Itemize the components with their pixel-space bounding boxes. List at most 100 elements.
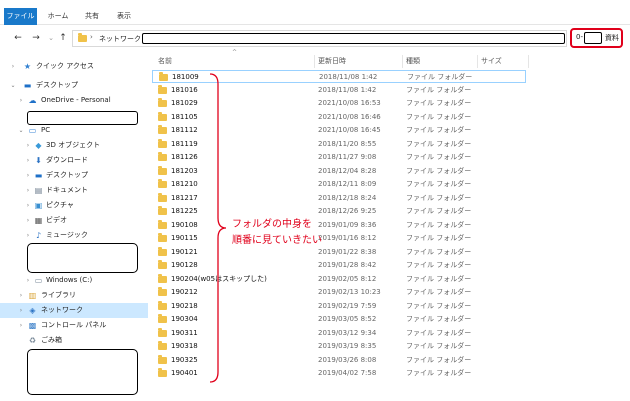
chevron-right-icon[interactable]: › xyxy=(24,228,32,243)
up-button[interactable]: ↑ xyxy=(57,31,69,45)
redacted-sidebar-group-2[interactable] xyxy=(27,349,138,395)
file-name: 190212 xyxy=(171,288,198,296)
file-name: 190318 xyxy=(171,342,198,350)
chevron-down-icon[interactable]: ⌄ xyxy=(17,123,25,138)
file-type: ファイル フォルダー xyxy=(406,220,472,229)
annotation-line-1: フォルダの中身を xyxy=(232,219,312,230)
column-header-name[interactable]: 名前 xyxy=(158,55,172,68)
folder-icon xyxy=(158,165,167,175)
file-type: ファイル フォルダー xyxy=(406,207,472,215)
sidebar-item-desktop-root[interactable]: ⌄ ▬ デスクトップ xyxy=(0,78,148,93)
column-header-type[interactable]: 種類 xyxy=(406,55,420,68)
tab-file[interactable]: ファイル xyxy=(4,8,37,25)
chevron-right-icon[interactable]: › xyxy=(17,303,25,318)
file-type: ファイル フォルダー xyxy=(406,112,472,121)
sidebar-item-3d-objects[interactable]: › ◆ 3D オブジェクト xyxy=(0,138,148,153)
sidebar-item-documents[interactable]: › ▤ ドキュメント xyxy=(0,183,148,198)
file-name: 181217 xyxy=(171,193,198,202)
file-date: 2019/03/19 8:35 xyxy=(318,342,377,350)
file-name: 181029 xyxy=(171,99,198,107)
sidebar-item-recycle-bin[interactable]: ♻ ごみ箱 xyxy=(0,333,148,348)
file-type: ファイル フォルダー xyxy=(406,369,472,377)
sidebar-item-network[interactable]: › ◈ ネットワーク xyxy=(0,303,148,318)
chevron-right-icon[interactable]: › xyxy=(24,138,32,153)
file-name: 190325 xyxy=(171,355,198,364)
file-name: 181126 xyxy=(171,153,198,161)
file-type: ファイル フォルダー xyxy=(406,301,472,310)
sidebar-item-quick-access[interactable]: › ★ クイック アクセス xyxy=(0,59,148,74)
folder-icon xyxy=(158,206,167,215)
column-divider[interactable] xyxy=(528,55,529,68)
chevron-right-icon[interactable]: › xyxy=(24,213,32,228)
chevron-right-icon[interactable]: › xyxy=(9,59,17,74)
chevron-right-icon[interactable]: › xyxy=(24,273,32,288)
file-date: 2019/01/09 8:36 xyxy=(318,220,377,229)
file-date: 2018/11/08 1:42 xyxy=(319,73,378,81)
folder-icon xyxy=(158,179,167,188)
sidebar-item-control-panel[interactable]: › ▩ コントロール パネル xyxy=(0,318,148,333)
recent-locations-button[interactable]: ⌄ xyxy=(45,31,57,45)
search-suffix: 資料 xyxy=(605,34,619,42)
file-name: 181105 xyxy=(171,112,198,121)
file-name: 190108 xyxy=(171,220,198,229)
column-divider[interactable] xyxy=(477,55,478,68)
sidebar-item-libraries[interactable]: › ▥ ライブラリ xyxy=(0,288,148,303)
sidebar-item-videos[interactable]: › ▦ ビデオ xyxy=(0,213,148,228)
chevron-right-icon[interactable]: › xyxy=(24,198,32,213)
file-name: 190311 xyxy=(171,328,198,337)
redacted-path-segment[interactable] xyxy=(142,33,565,44)
forward-button[interactable]: → xyxy=(30,31,42,45)
file-date: 2018/12/18 8:24 xyxy=(318,193,377,202)
file-date: 2021/10/08 16:45 xyxy=(318,126,381,134)
breadcrumb-separator[interactable]: › xyxy=(90,33,93,41)
chevron-right-icon[interactable]: › xyxy=(24,168,32,183)
sidebar-item-onedrive[interactable]: › ☁ OneDrive - Personal xyxy=(0,93,148,108)
file-type: ファイル フォルダー xyxy=(406,315,472,323)
desktop-icon: ▬ xyxy=(34,171,43,180)
sidebar-item-music[interactable]: › ♪ ミュージック xyxy=(0,228,148,243)
column-divider[interactable] xyxy=(314,55,315,68)
sidebar-item-desktop[interactable]: › ▬ デスクトップ xyxy=(0,168,148,183)
picture-icon: ▣ xyxy=(34,201,43,210)
folder-icon xyxy=(158,368,167,377)
address-bar[interactable]: › ネットワーク xyxy=(72,30,567,47)
tab-home[interactable]: ホーム xyxy=(44,8,72,25)
column-header-size[interactable]: サイズ xyxy=(481,55,502,68)
folder-icon xyxy=(158,341,167,350)
download-icon: ⬇ xyxy=(35,156,42,165)
ribbon: ファイル ホーム 共有 表示 xyxy=(0,0,630,25)
tab-share[interactable]: 共有 xyxy=(80,8,104,25)
column-header-date[interactable]: 更新日時 xyxy=(318,55,346,68)
file-date: 2019/03/05 8:52 xyxy=(318,315,377,323)
file-name: 181210 xyxy=(171,180,198,188)
chevron-right-icon[interactable]: › xyxy=(17,318,25,333)
breadcrumb-network[interactable]: ネットワーク xyxy=(99,34,141,44)
music-icon: ♪ xyxy=(35,231,42,240)
video-icon: ▦ xyxy=(34,216,43,225)
file-date: 2019/02/05 8:12 xyxy=(318,274,377,283)
file-date: 2019/02/19 7:59 xyxy=(318,301,377,310)
chevron-right-icon[interactable]: › xyxy=(17,288,25,303)
chevron-right-icon[interactable]: › xyxy=(24,183,32,198)
tab-view[interactable]: 表示 xyxy=(112,8,136,25)
navigation-pane: › ★ クイック アクセス ⌄ ▬ デスクトップ › ☁ OneDrive - … xyxy=(0,55,148,401)
file-type: ファイル フォルダー xyxy=(406,193,472,202)
chevron-down-icon[interactable]: ⌄ xyxy=(9,78,17,93)
network-icon: ◈ xyxy=(29,306,36,315)
sidebar-item-downloads[interactable]: › ⬇ ダウンロード xyxy=(0,153,148,168)
redacted-sidebar-group[interactable] xyxy=(27,243,138,273)
file-name: 190401 xyxy=(171,369,198,377)
folder-icon xyxy=(158,354,167,364)
sidebar-item-pictures[interactable]: › ▣ ピクチャ xyxy=(0,198,148,213)
file-type: ファイル フォルダー xyxy=(406,180,472,188)
search-box[interactable]: 0- 資料 xyxy=(570,28,623,48)
column-divider[interactable] xyxy=(402,55,403,68)
file-type: ファイル フォルダー xyxy=(406,328,472,337)
folder-icon xyxy=(158,260,167,269)
chevron-right-icon[interactable]: › xyxy=(24,153,32,168)
sidebar-item-pc[interactable]: ⌄ ▭ PC xyxy=(0,123,148,138)
back-button[interactable]: ← xyxy=(12,31,24,45)
sidebar-item-windows-c[interactable]: › ▭ Windows (C:) xyxy=(0,273,148,288)
file-name: 190121 xyxy=(171,247,198,256)
chevron-right-icon[interactable]: › xyxy=(17,93,25,108)
